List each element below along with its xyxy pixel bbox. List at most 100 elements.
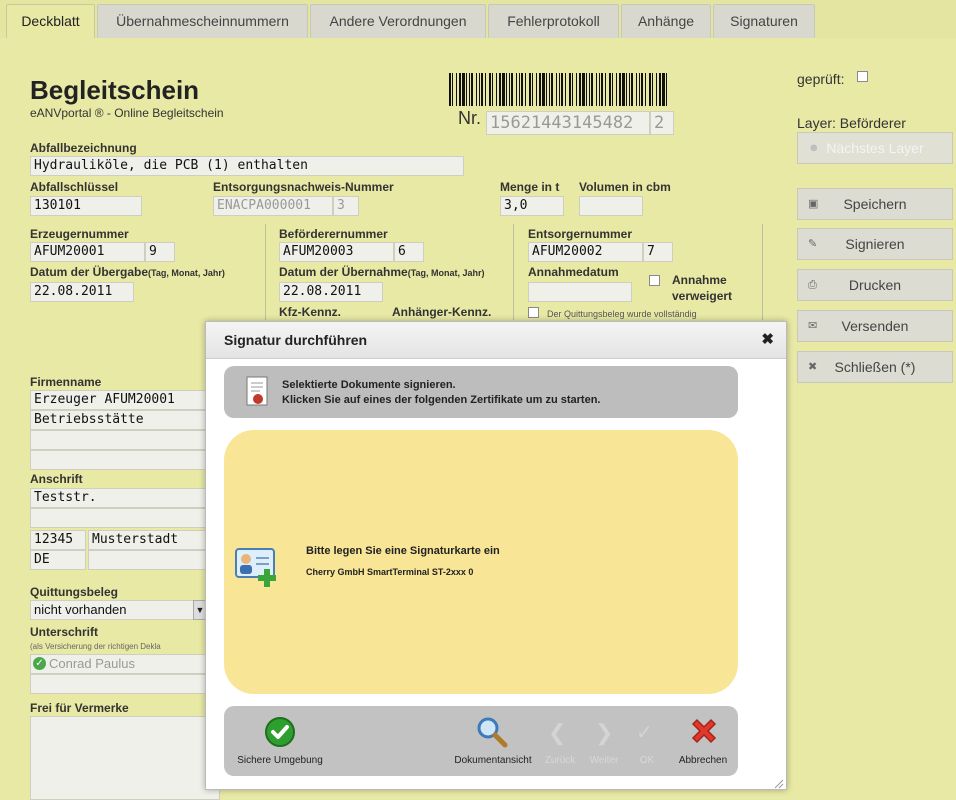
close-icon: ✖ <box>808 361 818 373</box>
nr-field[interactable]: 15621443145482 <box>486 111 650 135</box>
quittungsbeleg-select[interactable]: nicht vorhanden <box>30 600 210 620</box>
uebergabe-label-hint: (Tag, Monat, Jahr) <box>148 268 225 278</box>
menge-field[interactable]: 3,0 <box>500 196 564 216</box>
entsorgungsnachweis-field[interactable]: ENACPA000001 <box>213 196 333 216</box>
unterschrift-field[interactable]: Conrad Paulus <box>30 654 220 674</box>
nr-label: Nr. <box>458 108 482 128</box>
resize-grip-icon[interactable] <box>774 777 784 789</box>
erzeugernummer-field[interactable]: AFUM20001 <box>30 242 145 262</box>
cancel-x-icon <box>691 718 717 744</box>
vermerke-label: Frei für Vermerke <box>30 701 129 715</box>
tab-anhaenge[interactable]: Anhänge <box>621 4 711 38</box>
send-label: Versenden <box>841 318 909 334</box>
quittungsbeleg-label: Quittungsbeleg <box>30 585 118 599</box>
secure-environment-label: Sichere Umgebung <box>237 755 323 766</box>
info-panel: Selektierte Dokumente signieren. Klicken… <box>224 366 738 418</box>
document-seal-icon <box>246 376 270 411</box>
arrow-left-icon[interactable]: ❮ <box>548 720 566 746</box>
annahme-verweigert-checkbox[interactable] <box>649 275 660 286</box>
ort-field[interactable]: Musterstadt <box>88 530 220 550</box>
quittung-text: Der Quittungsbeleg wurde vollständig <box>547 309 697 319</box>
close-button[interactable]: ✖ Schließen (*) <box>797 351 953 383</box>
close-label: Schließen (*) <box>834 359 916 375</box>
uebergabe-date-field[interactable]: 22.08.2011 <box>30 282 134 302</box>
envelope-icon: ✉ <box>808 320 818 332</box>
betriebsstaette-field[interactable]: Betriebsstätte <box>30 410 220 430</box>
uebernahme-date-field[interactable]: 22.08.2011 <box>279 282 383 302</box>
layer-label: Layer: Beförderer <box>797 115 906 131</box>
next-layer-button[interactable]: ☻ Nächstes Layer <box>797 132 953 164</box>
info-line-2: Klicken Sie auf eines der folgenden Zert… <box>282 394 601 406</box>
nr-suffix-field[interactable]: 2 <box>650 111 674 135</box>
save-label: Speichern <box>843 196 907 212</box>
befoerderernummer-suffix[interactable]: 6 <box>394 242 424 262</box>
abfallschluessel-label: Abfallschlüssel <box>30 180 119 194</box>
tab-signaturen[interactable]: Signaturen <box>713 4 815 38</box>
document-view-button[interactable] <box>475 715 509 752</box>
check-circle-icon: ✓ <box>33 657 46 670</box>
geprueft-checkbox[interactable] <box>857 71 868 82</box>
anschrift-zusatz-field[interactable] <box>30 508 220 528</box>
abfallschluessel-field[interactable]: 130101 <box>30 196 142 216</box>
info-line-1: Selektierte Dokumente signieren. <box>282 379 456 391</box>
ok-icon[interactable]: ✓ <box>636 720 653 745</box>
erzeugernummer-suffix[interactable]: 9 <box>145 242 175 262</box>
tab-fehlerprotokoll[interactable]: Fehlerprotokoll <box>488 4 619 38</box>
tab-deckblatt[interactable]: Deckblatt <box>6 4 95 38</box>
menge-label: Menge in t <box>500 180 560 194</box>
pen-icon: ✎ <box>808 238 818 250</box>
land-field[interactable]: DE <box>30 550 86 570</box>
uebergabe-label: Datum der Übergabe(Tag, Monat, Jahr) <box>30 265 225 279</box>
tab-bar: Deckblatt Übernahmescheinnummern Andere … <box>0 0 956 38</box>
ok-label: OK <box>639 755 655 766</box>
cancel-button[interactable] <box>688 716 720 751</box>
firmenname-field[interactable]: Erzeuger AFUM20001 <box>30 390 220 410</box>
magnifier-icon <box>477 717 508 748</box>
dialog-titlebar: Signatur durchführen ✖ <box>206 322 786 359</box>
volumen-field[interactable] <box>579 196 643 216</box>
save-button[interactable]: ▣ Speichern <box>797 188 953 220</box>
firmenname-label: Firmenname <box>30 375 102 389</box>
annahmedatum-label: Annahmedatum <box>528 265 619 279</box>
land-zusatz-field[interactable] <box>88 550 220 570</box>
plz-field[interactable]: 12345 <box>30 530 86 550</box>
unterschrift-zusatz-field[interactable] <box>30 674 220 694</box>
entsorgernummer-label: Entsorgernummer <box>528 227 633 241</box>
entsorgungsnachweis-label: Entsorgungsnachweis-Nummer <box>213 180 394 194</box>
firma-zusatz-field[interactable] <box>30 430 220 450</box>
tab-uebernahmescheinnummern[interactable]: Übernahmescheinnummern <box>97 4 308 38</box>
certificate-list: Bitte legen Sie eine Signaturkarte ein C… <box>224 430 738 694</box>
unterschrift-hint: (als Versicherung der richtigen Dekla <box>30 642 161 651</box>
annahmedatum-field[interactable] <box>528 282 632 302</box>
print-label: Drucken <box>848 277 902 293</box>
printer-icon: ⎙ <box>808 279 817 291</box>
entsorgernummer-field[interactable]: AFUM20002 <box>528 242 643 262</box>
column-divider <box>513 224 514 320</box>
arrow-right-icon[interactable]: ❯ <box>595 720 613 746</box>
dialog-title: Signatur durchführen <box>224 332 368 348</box>
strasse-field[interactable]: Teststr. <box>30 488 220 508</box>
check-circle-icon <box>265 717 295 747</box>
page-subtitle: eANVportal ® - Online Begleitschein <box>30 106 224 120</box>
entsorgungsnachweis-suffix[interactable]: 3 <box>333 196 359 216</box>
next-label: Weiter <box>589 755 619 766</box>
secure-environment-button[interactable] <box>264 716 296 751</box>
uebernahme-label-text: Datum der Übernahme <box>279 265 408 279</box>
vermerke-textarea[interactable] <box>30 716 220 800</box>
tab-andere-verordnungen[interactable]: Andere Verordnungen <box>310 4 486 38</box>
card-line-2: Cherry GmbH SmartTerminal ST-2xxx 0 <box>306 567 474 577</box>
send-button[interactable]: ✉ Versenden <box>797 310 953 342</box>
signature-card-item[interactable]: Bitte legen Sie eine Signaturkarte ein C… <box>230 537 698 587</box>
befoerderernummer-label: Beförderernummer <box>279 227 388 241</box>
dialog-close-icon[interactable]: ✖ <box>761 330 774 348</box>
firma-zusatz2-field[interactable] <box>30 450 220 470</box>
abfallbezeichnung-field[interactable]: Hydrauliköle, die PCB (1) enthalten <box>30 156 464 176</box>
id-card-add-icon <box>234 543 282 592</box>
befoerderernummer-field[interactable]: AFUM20003 <box>279 242 394 262</box>
quittung-checkbox[interactable] <box>528 307 539 318</box>
entsorgernummer-suffix[interactable]: 7 <box>643 242 673 262</box>
sign-button[interactable]: ✎ Signieren <box>797 228 953 260</box>
uebernahme-label: Datum der Übernahme(Tag, Monat, Jahr) <box>279 265 485 279</box>
user-icon: ☻ <box>808 142 820 154</box>
print-button[interactable]: ⎙ Drucken <box>797 269 953 301</box>
